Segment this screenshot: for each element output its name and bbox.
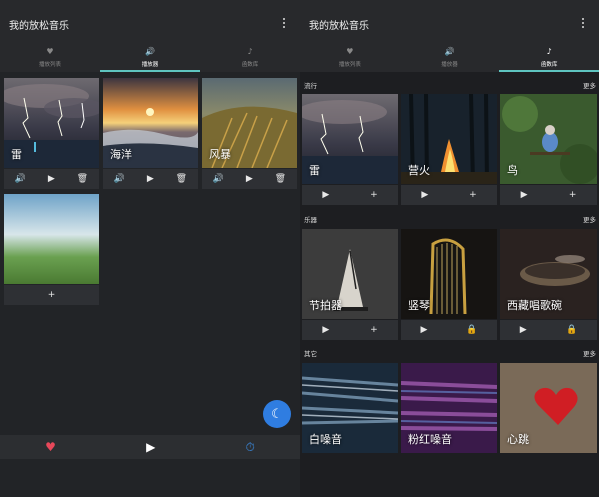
lock-icon[interactable]: 🔒 (466, 325, 477, 335)
app-title: 我的放松音乐 (309, 21, 369, 32)
play-icon[interactable]: ▶ (521, 190, 528, 200)
tab-label: 函数库 (241, 62, 259, 68)
tab-label: 播放列表 (38, 62, 61, 68)
add-icon: + (47, 290, 56, 300)
section-title-popular: 流行 (304, 82, 317, 90)
tile-controls: ▶ + (500, 185, 597, 205)
sound-tile-thunder[interactable]: 雷 (4, 78, 99, 168)
library-tile-pink-noise[interactable]: 粉红噪音 (401, 363, 497, 453)
overflow-menu-icon[interactable] (283, 18, 286, 29)
sound-name: 雷 (11, 148, 22, 161)
add-icon[interactable]: + (569, 190, 577, 200)
add-icon[interactable]: + (370, 325, 378, 335)
player-controls: 🔊 ▶ 🗑 (103, 169, 198, 189)
music-note-icon: ♪ (546, 47, 552, 56)
library-tile-singing-bowl[interactable]: 西藏唱歌碗 (500, 229, 597, 319)
overflow-menu-icon[interactable] (582, 18, 585, 29)
library-tile-thunder[interactable]: 雷 (302, 94, 398, 184)
tab-player[interactable]: 🔊 播放器 (400, 46, 500, 72)
library-tile-bird[interactable]: 鸟 (500, 94, 597, 184)
app-bar: 我的放松音乐 (0, 0, 300, 46)
section-title-instruments: 乐器 (304, 216, 317, 224)
tab-bar: ♥ 播放列表 🔊 播放器 ♪ 函数库 (0, 46, 300, 72)
library-tile-heartbeat[interactable]: 心跳 (500, 363, 597, 453)
tile-controls: ▶ + (302, 185, 398, 205)
more-link-other[interactable]: 更多 (583, 348, 596, 358)
library-tile-harp[interactable]: 竖琴 (401, 229, 497, 319)
library-tile-campfire[interactable]: 营火 (401, 94, 497, 184)
more-link-popular[interactable]: 更多 (583, 80, 596, 90)
add-icon[interactable]: + (370, 190, 378, 200)
sound-name: 风暴 (209, 148, 231, 161)
speaker-icon: 🔊 (444, 47, 455, 56)
sound-name: 海洋 (110, 148, 132, 161)
tab-playlists[interactable]: ♥ 播放列表 (300, 46, 400, 72)
volume-icon[interactable]: 🔊 (15, 174, 26, 184)
volume-icon[interactable]: 🔊 (213, 174, 224, 184)
play-all-icon[interactable]: ▶ (146, 440, 155, 454)
library-tile-white-noise[interactable]: 白噪音 (302, 363, 398, 453)
add-icon[interactable]: + (469, 190, 477, 200)
play-icon[interactable]: ▶ (322, 190, 329, 200)
tab-playlists[interactable]: ♥ 播放列表 (0, 46, 100, 72)
add-sound-tile[interactable] (4, 194, 99, 284)
app-bar: 我的放松音乐 (300, 0, 599, 46)
library-screen: 我的放松音乐 ♥ 播放列表 🔊 播放器 ♪ 函数库 流行 更多 雷 ▶ + 营火… (300, 0, 599, 497)
sound-name: 心跳 (507, 433, 529, 446)
play-icon[interactable]: ▶ (246, 174, 253, 184)
sound-name: 白噪音 (309, 433, 342, 446)
tile-controls: ▶ 🔒 (401, 320, 497, 340)
section-title-other: 其它 (304, 350, 317, 358)
sound-name: 西藏唱歌碗 (507, 299, 562, 312)
sound-name: 鸟 (507, 164, 518, 177)
player-screen: 我的放松音乐 ♥ 播放列表 🔊 播放器 ♪ 函数库 雷 🔊 ▶ 🗑 海洋 🔊 ▶… (0, 0, 300, 497)
tile-controls: ▶ 🔒 (500, 320, 597, 340)
sound-name: 粉红噪音 (408, 433, 452, 446)
play-icon[interactable]: ▶ (421, 190, 428, 200)
tab-label: 函数库 (540, 62, 558, 68)
timer-icon[interactable]: ⏱ (246, 440, 255, 455)
tab-label: 播放列表 (338, 62, 361, 68)
tab-player[interactable]: 🔊 播放器 (100, 46, 200, 72)
delete-icon[interactable]: 🗑 (176, 174, 187, 184)
more-link-instruments[interactable]: 更多 (583, 214, 596, 224)
add-sound-button[interactable]: + (4, 285, 99, 305)
app-title: 我的放松音乐 (9, 21, 69, 32)
lock-icon[interactable]: 🔒 (566, 325, 577, 335)
sound-tile-ocean[interactable]: 海洋 (103, 78, 198, 168)
library-tile-metronome[interactable]: 节拍器 (302, 229, 398, 319)
play-icon[interactable]: ▶ (48, 174, 55, 184)
sound-name: 节拍器 (309, 299, 342, 312)
play-icon[interactable]: ▶ (322, 325, 329, 335)
bottom-bar: ♥ ▶ ⏱ (0, 435, 300, 459)
delete-icon[interactable]: 🗑 (275, 174, 286, 184)
moon-icon: ☾ (271, 406, 283, 422)
tab-library[interactable]: ♪ 函数库 (499, 46, 599, 72)
blurred-image (4, 194, 99, 284)
music-note-icon: ♪ (247, 47, 253, 56)
tile-controls: ▶ + (302, 320, 398, 340)
sleep-mode-button[interactable]: ☾ (263, 400, 291, 428)
tile-controls: ▶ + (401, 185, 497, 205)
play-icon[interactable]: ▶ (520, 325, 527, 335)
sound-name: 雷 (309, 164, 320, 177)
play-icon[interactable]: ▶ (147, 174, 154, 184)
sound-name: 营火 (408, 164, 430, 177)
tab-label: 播放器 (141, 62, 159, 68)
play-icon[interactable]: ▶ (420, 325, 427, 335)
tab-label: 播放器 (441, 62, 458, 68)
tab-bar: ♥ 播放列表 🔊 播放器 ♪ 函数库 (300, 46, 599, 72)
volume-icon[interactable]: 🔊 (114, 174, 125, 184)
heart-icon: ♥ (46, 47, 54, 56)
heart-icon: ♥ (346, 47, 354, 56)
delete-icon[interactable]: 🗑 (77, 174, 88, 184)
speaker-icon: 🔊 (145, 47, 155, 56)
sound-tile-storm[interactable]: 风暴 (202, 78, 297, 168)
player-controls: 🔊 ▶ 🗑 (4, 169, 99, 189)
heart-icon[interactable]: ♥ (45, 440, 56, 454)
tab-library[interactable]: ♪ 函数库 (200, 46, 300, 72)
sound-name: 竖琴 (408, 299, 430, 312)
player-controls: 🔊 ▶ 🗑 (202, 169, 297, 189)
